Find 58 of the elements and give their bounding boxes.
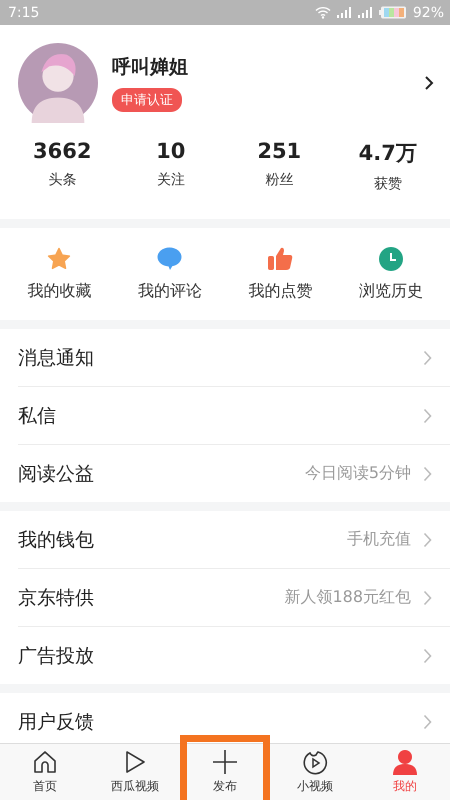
- signal-icon: [358, 7, 373, 18]
- signal-icon: [336, 7, 352, 18]
- menu-item[interactable]: 阅读公益 今日阅读5分钟: [18, 445, 450, 502]
- stat-value[interactable]: 10: [156, 139, 186, 163]
- menu-item[interactable]: 我的钱包 手机充值: [18, 511, 450, 569]
- thumbs-up-icon[interactable]: [268, 246, 293, 271]
- shortcut-label[interactable]: 我的点赞: [248, 281, 312, 302]
- tab[interactable]: 小视频: [270, 744, 360, 800]
- chevron-right-icon: [423, 466, 432, 482]
- avatar[interactable]: [18, 43, 98, 123]
- chevron-right-icon: [423, 590, 432, 606]
- menu-label: 用户反馈: [18, 710, 95, 734]
- stat-label[interactable]: 头条: [48, 171, 76, 189]
- tab[interactable]: 我的: [360, 744, 450, 800]
- tab[interactable]: 首页: [0, 744, 90, 800]
- clock-icon[interactable]: [378, 246, 403, 270]
- menu-item[interactable]: 私信: [18, 387, 450, 445]
- user-icon: [392, 749, 418, 775]
- chevron-right-icon: [423, 532, 432, 548]
- menu-item[interactable]: 广告投放: [18, 627, 450, 684]
- shortcut-label[interactable]: 我的评论: [138, 280, 202, 302]
- menu-hint: 手机充值: [347, 529, 411, 550]
- stat-value[interactable]: 3662: [33, 139, 92, 163]
- star-icon[interactable]: [47, 246, 72, 270]
- chevron-right-icon: [423, 408, 432, 424]
- stat-value[interactable]: 251: [257, 139, 302, 163]
- user-name: 呼叫婵姐: [112, 55, 188, 80]
- menu-label: 阅读公益: [18, 462, 95, 486]
- wifi-icon: [314, 6, 331, 19]
- speech-bubble-icon[interactable]: [157, 246, 182, 270]
- chevron-right-icon: [423, 648, 432, 664]
- shortcut-label[interactable]: 我的收藏: [27, 280, 92, 302]
- plus-icon: [212, 749, 238, 775]
- stat-value[interactable]: 4.7万: [358, 139, 417, 167]
- menu-label: 广告投放: [18, 644, 95, 668]
- chevron-right-icon[interactable]: [424, 75, 434, 91]
- chevron-right-icon: [423, 350, 432, 366]
- tab[interactable]: 西瓜视频: [90, 744, 180, 800]
- menu-label: 私信: [18, 404, 57, 428]
- stat-label[interactable]: 关注: [156, 171, 185, 189]
- home-icon: [32, 749, 58, 775]
- video-icon: [302, 749, 328, 775]
- menu-hint: 今日阅读5分钟: [304, 463, 411, 484]
- stat-label[interactable]: 获赞: [374, 175, 402, 193]
- menu-item[interactable]: 消息通知: [18, 329, 450, 387]
- tab[interactable]: 发布: [180, 744, 270, 800]
- battery-icon: [378, 6, 407, 19]
- chevron-right-icon: [423, 714, 432, 730]
- menu-item[interactable]: 京东特供 新人领188元红包: [18, 569, 450, 627]
- shortcut-label[interactable]: 浏览历史: [358, 280, 423, 302]
- menu-item[interactable]: 用户反馈: [18, 693, 450, 743]
- status-time: 7:15: [8, 4, 40, 20]
- menu-label: 消息通知: [18, 346, 95, 370]
- menu-label: 京东特供: [18, 586, 95, 610]
- menu-label: 我的钱包: [18, 528, 95, 552]
- menu-hint: 新人领188元红包: [284, 587, 411, 608]
- stat-label[interactable]: 粉丝: [265, 171, 294, 189]
- battery-level: 92%: [412, 4, 444, 20]
